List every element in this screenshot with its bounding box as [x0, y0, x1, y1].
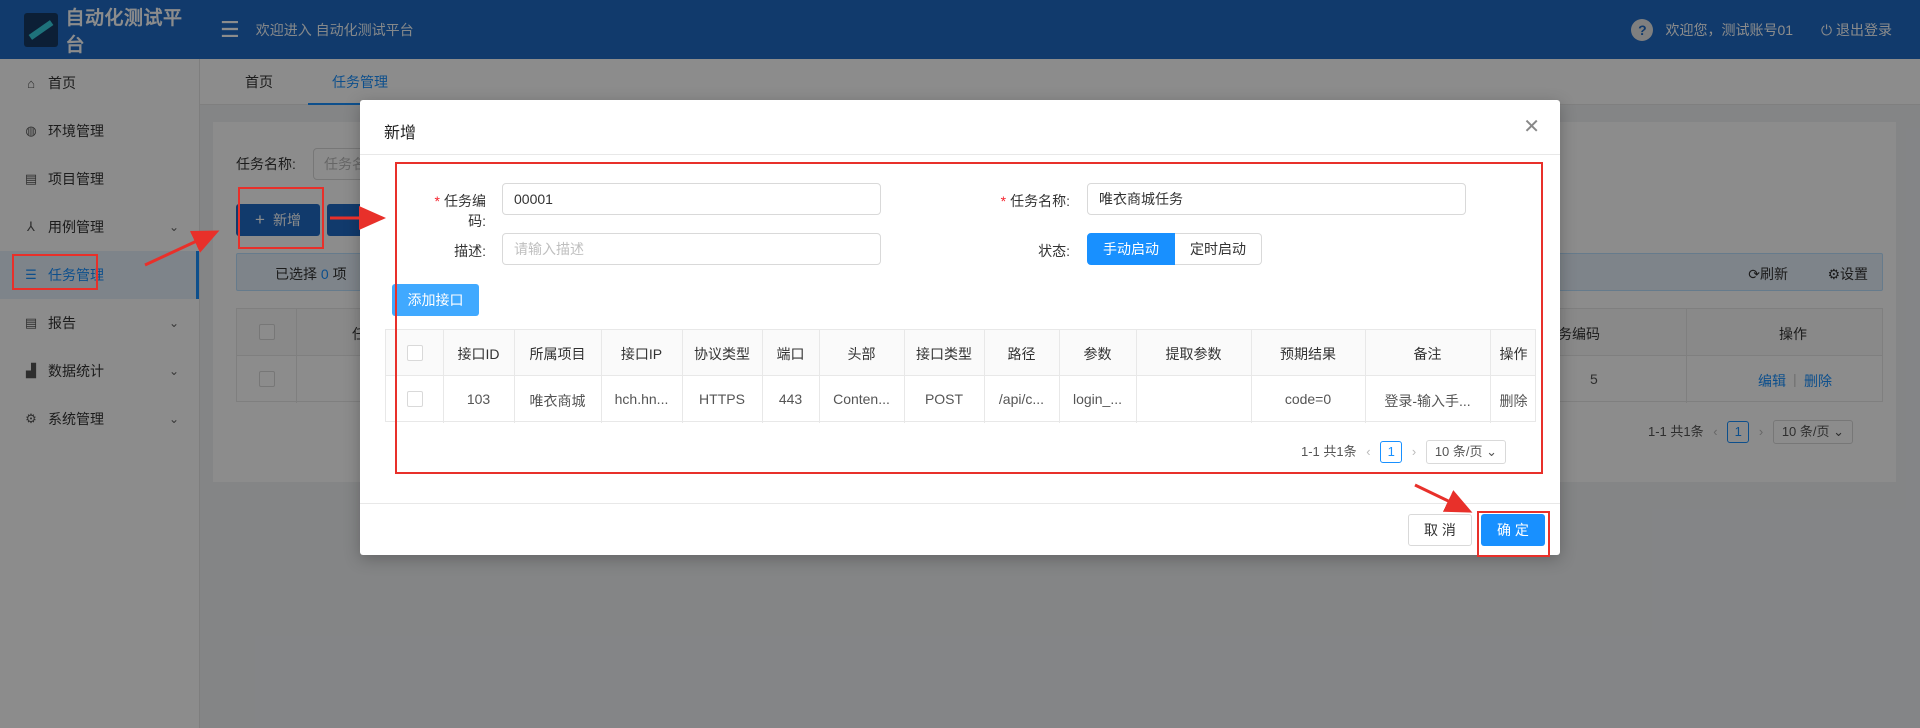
cancel-button[interactable]: 取 消 [1408, 514, 1472, 546]
close-icon[interactable]: ✕ [1523, 114, 1540, 139]
modal-divider [360, 154, 1560, 155]
annotation-box-new-button [238, 187, 324, 249]
annotation-box-sidebar [12, 254, 98, 290]
modal-title: 新增 [384, 125, 417, 142]
annotation-box-confirm [1477, 511, 1550, 557]
annotation-box-form [395, 162, 1543, 474]
modal-footer-divider [360, 503, 1560, 504]
